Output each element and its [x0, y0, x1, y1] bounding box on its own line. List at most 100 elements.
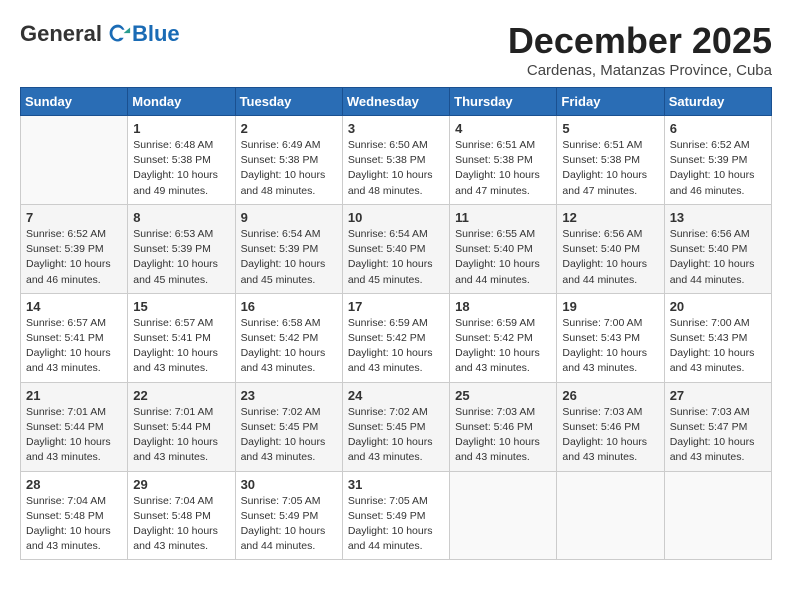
day-info: Sunrise: 6:59 AM Sunset: 5:42 PM Dayligh… — [348, 316, 444, 377]
calendar-title: December 2025 — [508, 20, 772, 62]
day-info: Sunrise: 7:02 AM Sunset: 5:45 PM Dayligh… — [348, 405, 444, 466]
header-day-friday: Friday — [557, 88, 664, 116]
day-info: Sunrise: 6:56 AM Sunset: 5:40 PM Dayligh… — [670, 227, 766, 288]
day-number: 12 — [562, 210, 658, 225]
calendar-cell — [664, 471, 771, 560]
calendar-subtitle: Cardenas, Matanzas Province, Cuba — [508, 62, 772, 79]
day-info: Sunrise: 7:04 AM Sunset: 5:48 PM Dayligh… — [26, 494, 122, 555]
calendar-table: SundayMondayTuesdayWednesdayThursdayFrid… — [20, 87, 772, 560]
day-number: 3 — [348, 121, 444, 136]
day-number: 25 — [455, 388, 551, 403]
day-info: Sunrise: 6:57 AM Sunset: 5:41 PM Dayligh… — [133, 316, 229, 377]
calendar-cell: 11 Sunrise: 6:55 AM Sunset: 5:40 PM Dayli… — [450, 204, 557, 293]
calendar-week-3: 14 Sunrise: 6:57 AM Sunset: 5:41 PM Dayli… — [21, 293, 772, 382]
calendar-cell: 26 Sunrise: 7:03 AM Sunset: 5:46 PM Dayli… — [557, 382, 664, 471]
calendar-cell: 14Sunrise: 6:57 AM Sunset: 5:41 PM Dayli… — [21, 293, 128, 382]
calendar-cell: 9Sunrise: 6:54 AM Sunset: 5:39 PM Daylig… — [235, 204, 342, 293]
day-info: Sunrise: 6:52 AM Sunset: 5:39 PM Dayligh… — [670, 138, 766, 199]
day-number: 17 — [348, 299, 444, 314]
day-info: Sunrise: 6:56 AM Sunset: 5:40 PM Dayligh… — [562, 227, 658, 288]
day-number: 13 — [670, 210, 766, 225]
calendar-cell — [450, 471, 557, 560]
calendar-week-1: 1Sunrise: 6:48 AM Sunset: 5:38 PM Daylig… — [21, 116, 772, 205]
day-number: 31 — [348, 477, 444, 492]
day-info: Sunrise: 7:00 AM Sunset: 5:43 PM Dayligh… — [562, 316, 658, 377]
logo: General Blue — [20, 20, 180, 48]
day-number: 7 — [26, 210, 122, 225]
day-info: Sunrise: 7:03 AM Sunset: 5:47 PM Dayligh… — [670, 405, 766, 466]
day-info: Sunrise: 7:04 AM Sunset: 5:48 PM Dayligh… — [133, 494, 229, 555]
day-info: Sunrise: 6:59 AM Sunset: 5:42 PM Dayligh… — [455, 316, 551, 377]
calendar-cell: 17 Sunrise: 6:59 AM Sunset: 5:42 PM Dayli… — [342, 293, 449, 382]
day-info: Sunrise: 7:05 AM Sunset: 5:49 PM Dayligh… — [348, 494, 444, 555]
calendar-cell: 16Sunrise: 6:58 AM Sunset: 5:42 PM Dayli… — [235, 293, 342, 382]
calendar-cell: 30 Sunrise: 7:05 AM Sunset: 5:49 PM Dayli… — [235, 471, 342, 560]
day-info: Sunrise: 7:01 AM Sunset: 5:44 PM Dayligh… — [26, 405, 122, 466]
calendar-cell: 25 Sunrise: 7:03 AM Sunset: 5:46 PM Dayli… — [450, 382, 557, 471]
calendar-cell: 12 Sunrise: 6:56 AM Sunset: 5:40 PM Dayli… — [557, 204, 664, 293]
calendar-cell: 18Sunrise: 6:59 AM Sunset: 5:42 PM Dayli… — [450, 293, 557, 382]
day-number: 14 — [26, 299, 122, 314]
header-row: SundayMondayTuesdayWednesdayThursdayFrid… — [21, 88, 772, 116]
header-day-wednesday: Wednesday — [342, 88, 449, 116]
day-number: 23 — [241, 388, 337, 403]
day-number: 15 — [133, 299, 229, 314]
logo-icon — [104, 20, 132, 48]
page-header: General Blue December 2025 Cardenas, Mat… — [20, 20, 772, 79]
day-info: Sunrise: 6:55 AM Sunset: 5:40 PM Dayligh… — [455, 227, 551, 288]
day-info: Sunrise: 7:02 AM Sunset: 5:45 PM Dayligh… — [241, 405, 337, 466]
day-info: Sunrise: 7:00 AM Sunset: 5:43 PM Dayligh… — [670, 316, 766, 377]
day-number: 24 — [348, 388, 444, 403]
calendar-cell: 28 Sunrise: 7:04 AM Sunset: 5:48 PM Dayli… — [21, 471, 128, 560]
day-info: Sunrise: 6:54 AM Sunset: 5:40 PM Dayligh… — [348, 227, 444, 288]
day-number: 11 — [455, 210, 551, 225]
calendar-cell: 7 Sunrise: 6:52 AM Sunset: 5:39 PM Daylig… — [21, 204, 128, 293]
header-day-tuesday: Tuesday — [235, 88, 342, 116]
day-number: 26 — [562, 388, 658, 403]
day-number: 16 — [241, 299, 337, 314]
calendar-cell: 1Sunrise: 6:48 AM Sunset: 5:38 PM Daylig… — [128, 116, 235, 205]
calendar-week-5: 28 Sunrise: 7:04 AM Sunset: 5:48 PM Dayli… — [21, 471, 772, 560]
calendar-cell: 23 Sunrise: 7:02 AM Sunset: 5:45 PM Dayli… — [235, 382, 342, 471]
calendar-cell: 10Sunrise: 6:54 AM Sunset: 5:40 PM Dayli… — [342, 204, 449, 293]
day-number: 8 — [133, 210, 229, 225]
header-day-sunday: Sunday — [21, 88, 128, 116]
day-number: 29 — [133, 477, 229, 492]
calendar-cell: 15 Sunrise: 6:57 AM Sunset: 5:41 PM Dayli… — [128, 293, 235, 382]
calendar-cell: 3 Sunrise: 6:50 AM Sunset: 5:38 PM Daylig… — [342, 116, 449, 205]
day-number: 1 — [133, 121, 229, 136]
calendar-cell — [21, 116, 128, 205]
day-number: 19 — [562, 299, 658, 314]
calendar-cell: 21 Sunrise: 7:01 AM Sunset: 5:44 PM Dayli… — [21, 382, 128, 471]
day-info: Sunrise: 6:50 AM Sunset: 5:38 PM Dayligh… — [348, 138, 444, 199]
day-number: 21 — [26, 388, 122, 403]
day-info: Sunrise: 7:03 AM Sunset: 5:46 PM Dayligh… — [562, 405, 658, 466]
day-number: 2 — [241, 121, 337, 136]
calendar-cell: 4Sunrise: 6:51 AM Sunset: 5:38 PM Daylig… — [450, 116, 557, 205]
day-info: Sunrise: 7:01 AM Sunset: 5:44 PM Dayligh… — [133, 405, 229, 466]
day-info: Sunrise: 6:51 AM Sunset: 5:38 PM Dayligh… — [562, 138, 658, 199]
calendar-cell: 5 Sunrise: 6:51 AM Sunset: 5:38 PM Daylig… — [557, 116, 664, 205]
day-number: 28 — [26, 477, 122, 492]
logo-blue: Blue — [132, 21, 180, 47]
day-info: Sunrise: 6:54 AM Sunset: 5:39 PM Dayligh… — [241, 227, 337, 288]
calendar-cell: 22 Sunrise: 7:01 AM Sunset: 5:44 PM Dayli… — [128, 382, 235, 471]
day-number: 27 — [670, 388, 766, 403]
calendar-cell — [557, 471, 664, 560]
calendar-cell: 6Sunrise: 6:52 AM Sunset: 5:39 PM Daylig… — [664, 116, 771, 205]
calendar-cell: 20Sunrise: 7:00 AM Sunset: 5:43 PM Dayli… — [664, 293, 771, 382]
header-day-monday: Monday — [128, 88, 235, 116]
calendar-cell: 29 Sunrise: 7:04 AM Sunset: 5:48 PM Dayli… — [128, 471, 235, 560]
day-number: 22 — [133, 388, 229, 403]
calendar-cell: 24 Sunrise: 7:02 AM Sunset: 5:45 PM Dayli… — [342, 382, 449, 471]
day-info: Sunrise: 7:03 AM Sunset: 5:46 PM Dayligh… — [455, 405, 551, 466]
calendar-week-4: 21 Sunrise: 7:01 AM Sunset: 5:44 PM Dayli… — [21, 382, 772, 471]
day-info: Sunrise: 7:05 AM Sunset: 5:49 PM Dayligh… — [241, 494, 337, 555]
day-number: 30 — [241, 477, 337, 492]
day-number: 5 — [562, 121, 658, 136]
logo-general: General — [20, 21, 102, 47]
calendar-week-2: 7 Sunrise: 6:52 AM Sunset: 5:39 PM Daylig… — [21, 204, 772, 293]
day-info: Sunrise: 6:53 AM Sunset: 5:39 PM Dayligh… — [133, 227, 229, 288]
calendar-cell: 31 Sunrise: 7:05 AM Sunset: 5:49 PM Dayli… — [342, 471, 449, 560]
day-info: Sunrise: 6:52 AM Sunset: 5:39 PM Dayligh… — [26, 227, 122, 288]
